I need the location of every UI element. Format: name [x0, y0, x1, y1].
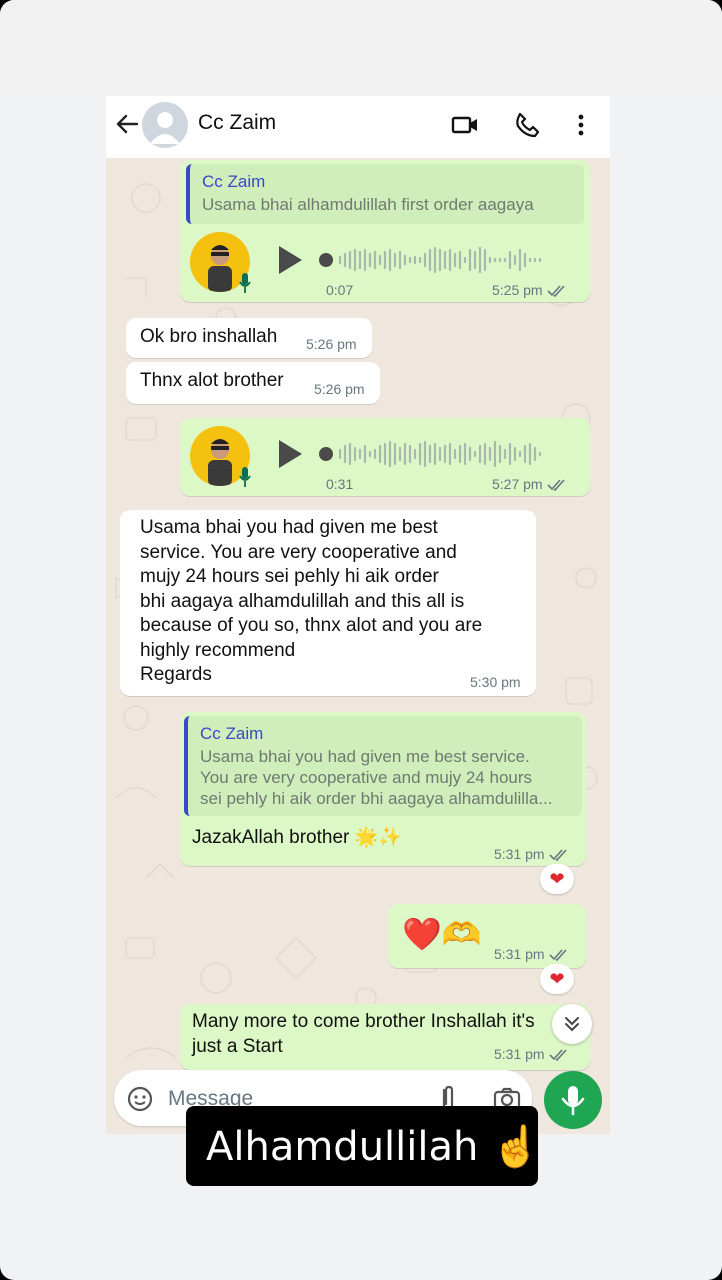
quote-sender: Cc Zaim: [202, 172, 266, 191]
double-tick-icon: [547, 479, 565, 492]
heart-reaction[interactable]: ❤: [540, 864, 574, 894]
message-time: 5:26 pm: [314, 381, 365, 397]
emoji-sticker-icon[interactable]: [126, 1085, 154, 1113]
mic-badge-icon: [239, 467, 251, 487]
message-time: 5:31 pm: [494, 1046, 569, 1062]
message-text: Thnx alot brother: [140, 370, 284, 391]
chat-header: Cc Zaim: [106, 96, 610, 158]
mic-badge-icon: [239, 273, 251, 293]
message-voice-note[interactable]: Cc Zaim Usama bhai alhamdulillah first o…: [180, 160, 590, 302]
quote-text: Usama bhai you had given me best service…: [200, 747, 553, 808]
message-time: 5:25 pm: [492, 282, 567, 298]
double-tick-icon: [549, 849, 567, 862]
message-incoming[interactable]: Ok bro inshallah 5:26 pm: [126, 318, 372, 358]
mic-icon: [561, 1086, 585, 1116]
top-band: [0, 0, 722, 92]
message-reply[interactable]: Cc Zaim Usama bhai you had given me best…: [180, 712, 586, 866]
contact-avatar[interactable]: [142, 102, 188, 148]
voice-record-button[interactable]: [544, 1071, 602, 1129]
message-text: ❤️🫶: [402, 916, 482, 952]
quoted-message[interactable]: Cc Zaim Usama bhai you had given me best…: [184, 716, 582, 816]
message-text: JazakAllah brother 🌟✨: [192, 827, 402, 848]
quote-sender: Cc Zaim: [200, 724, 264, 743]
double-tick-icon: [547, 285, 565, 298]
message-time: 5:31 pm: [494, 846, 569, 862]
quoted-message[interactable]: Cc Zaim Usama bhai alhamdulillah first o…: [186, 164, 584, 224]
heart-reaction[interactable]: ❤: [540, 964, 574, 994]
audio-waveform[interactable]: [318, 436, 580, 472]
voice-duration: 0:31: [326, 476, 354, 492]
story-frame: Cc Zaim Cc Zaim Usama bhai alhamdulillah…: [0, 0, 722, 1280]
scroll-to-bottom-button[interactable]: [552, 1004, 592, 1044]
message-incoming[interactable]: Thnx alot brother 5:26 pm: [126, 362, 380, 404]
voice-call-icon[interactable]: [512, 110, 542, 140]
message-time: 5:30 pm: [470, 674, 521, 690]
message-incoming[interactable]: Usama bhai you had given me best service…: [120, 510, 536, 696]
message-emoji[interactable]: ❤️🫶 5:31 pm: [388, 904, 586, 968]
message-time: 5:26 pm: [306, 336, 357, 352]
message-text: Ok bro inshallah: [140, 326, 278, 347]
chat-screenshot: Cc Zaim Cc Zaim Usama bhai alhamdulillah…: [106, 96, 610, 1134]
message-time: 5:31 pm: [494, 946, 569, 962]
audio-waveform[interactable]: [318, 242, 580, 278]
message-voice-note[interactable]: 0:31 5:27 pm: [180, 418, 590, 496]
quote-text: Usama bhai alhamdulillah first order aag…: [202, 195, 534, 214]
play-icon[interactable]: [276, 438, 304, 470]
voice-duration: 0:07: [326, 282, 354, 298]
message-outgoing[interactable]: Many more to come brother Inshallah it's…: [180, 1004, 590, 1070]
double-tick-icon: [549, 1049, 567, 1062]
contact-name[interactable]: Cc Zaim: [198, 111, 276, 135]
double-tick-icon: [549, 949, 567, 962]
more-options-icon[interactable]: [566, 110, 596, 140]
play-icon[interactable]: [276, 244, 304, 276]
chevron-double-down-icon: [565, 1017, 579, 1032]
story-caption: Alhamdullilah ☝️: [186, 1106, 541, 1186]
back-arrow-icon[interactable]: [114, 111, 140, 137]
video-call-icon[interactable]: [450, 110, 480, 140]
message-text: Many more to come brother Inshallah it's…: [192, 1011, 535, 1057]
message-time: 5:27 pm: [492, 476, 567, 492]
default-avatar-icon: [150, 112, 180, 144]
message-text: Usama bhai you had given me best service…: [140, 517, 483, 685]
